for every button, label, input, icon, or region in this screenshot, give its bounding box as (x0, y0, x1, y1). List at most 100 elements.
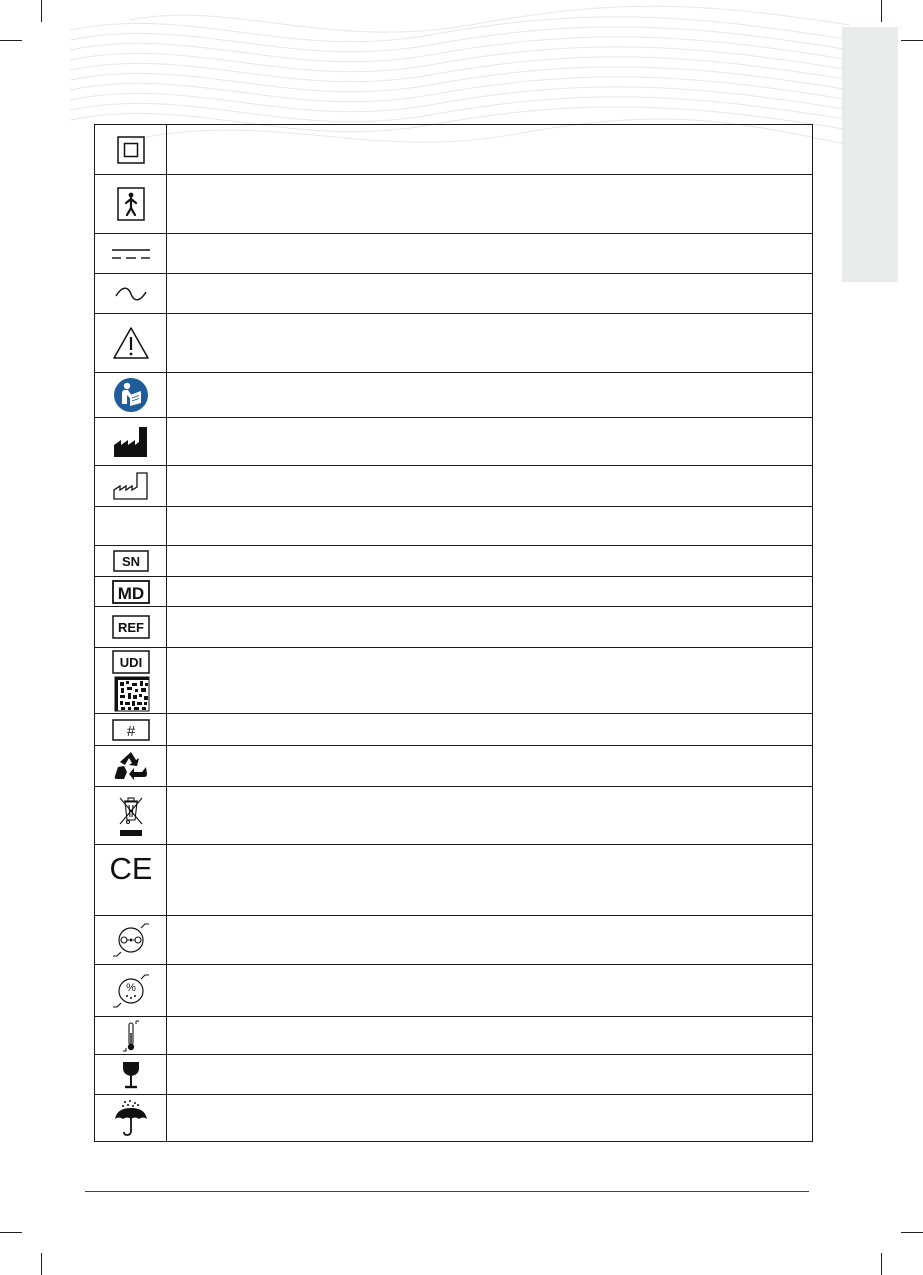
symbol-cell (94, 786, 167, 845)
symbol-description (166, 1054, 813, 1095)
symbol-cell (94, 417, 167, 466)
symbol-cell (94, 1094, 167, 1142)
symbol-table: SN MD REF UDI # CE % (94, 124, 813, 1142)
symbol-description (166, 915, 813, 965)
table-row (94, 233, 813, 274)
crop-mark (881, 0, 882, 22)
symbol-description (166, 372, 813, 418)
symbol-description (166, 313, 813, 373)
symbol-cell (94, 915, 167, 965)
ce-mark-icon: CE (111, 853, 151, 883)
recycle-icon (114, 752, 147, 780)
catalogue-number-icon: REF (111, 615, 150, 639)
weee-crossed-bin-icon (119, 796, 142, 836)
table-row (94, 506, 813, 546)
table-row (94, 745, 813, 787)
table-row (94, 465, 813, 507)
table-row: MD (94, 576, 813, 607)
symbol-description (166, 506, 813, 546)
crop-mark (0, 1232, 22, 1233)
alternating-current-icon (114, 287, 147, 300)
symbol-description (166, 124, 813, 175)
symbol-cell: # (94, 713, 167, 746)
medical-device-icon: MD (111, 579, 150, 604)
symbol-label: UDI (119, 655, 141, 670)
symbol-description (166, 745, 813, 787)
keep-dry-icon (114, 1100, 147, 1136)
crop-mark (881, 1253, 882, 1275)
footer-divider (85, 1191, 809, 1192)
symbol-cell: % (94, 964, 167, 1017)
crop-mark (41, 0, 42, 22)
symbol-description (166, 174, 813, 234)
symbol-description (166, 844, 813, 916)
symbol-cell (94, 1016, 167, 1055)
table-row: CE (94, 844, 813, 916)
table-row (94, 313, 813, 373)
temperature-limit-icon (122, 1020, 139, 1051)
symbol-label: REF (118, 620, 144, 635)
symbol-cell: UDI (94, 647, 167, 714)
symbol-cell (94, 313, 167, 373)
symbol-description (166, 647, 813, 714)
symbol-description (166, 786, 813, 845)
side-tab (842, 27, 898, 282)
symbol-label: # (126, 723, 135, 740)
model-number-icon: # (111, 718, 150, 741)
symbol-cell (94, 174, 167, 234)
table-row (94, 1054, 813, 1095)
symbol-label: MD (117, 584, 143, 603)
symbol-description (166, 465, 813, 507)
read-manual-icon (113, 378, 148, 412)
fragile-icon (122, 1061, 139, 1088)
table-row (94, 372, 813, 418)
symbol-description (166, 576, 813, 607)
table-row: # (94, 713, 813, 746)
symbol-description (166, 273, 813, 314)
symbol-description (166, 1016, 813, 1055)
symbol-description (166, 713, 813, 746)
crop-mark (0, 40, 22, 41)
atmospheric-pressure-limit-icon (112, 923, 149, 957)
table-row: % (94, 964, 813, 1017)
class-ii-double-square-icon (116, 135, 145, 164)
symbol-cell (94, 465, 167, 507)
crop-mark (901, 40, 923, 41)
warning-triangle-icon (112, 327, 149, 359)
symbol-description (166, 964, 813, 1017)
table-row (94, 417, 813, 466)
table-row (94, 124, 813, 175)
symbol-cell (94, 745, 167, 787)
symbol-cell (94, 124, 167, 175)
udi-code-icon: UDI (111, 649, 150, 711)
date-of-manufacture-icon (112, 472, 148, 500)
symbol-description (166, 545, 813, 577)
symbol-description (166, 417, 813, 466)
type-bf-applied-part-icon (116, 187, 145, 221)
symbol-cell (94, 233, 167, 274)
symbol-cell: REF (94, 606, 167, 648)
symbol-description (166, 606, 813, 648)
crop-mark (901, 1232, 923, 1233)
table-row (94, 174, 813, 234)
symbol-description (166, 233, 813, 274)
symbol-cell (94, 506, 167, 546)
symbol-label: CE (111, 853, 151, 883)
table-row (94, 915, 813, 965)
symbol-cell (94, 372, 167, 418)
table-row: REF (94, 606, 813, 648)
table-row: SN (94, 545, 813, 577)
table-row (94, 273, 813, 314)
table-row (94, 786, 813, 845)
table-row (94, 1016, 813, 1055)
symbol-cell: CE (94, 844, 167, 916)
symbol-description (166, 1094, 813, 1142)
symbol-label: SN (121, 554, 139, 569)
direct-current-icon (111, 248, 150, 259)
table-row (94, 1094, 813, 1142)
table-row: UDI (94, 647, 813, 714)
humidity-limit-icon: % (112, 973, 149, 1008)
symbol-cell (94, 1054, 167, 1095)
symbol-cell (94, 273, 167, 314)
symbol-cell: MD (94, 576, 167, 607)
